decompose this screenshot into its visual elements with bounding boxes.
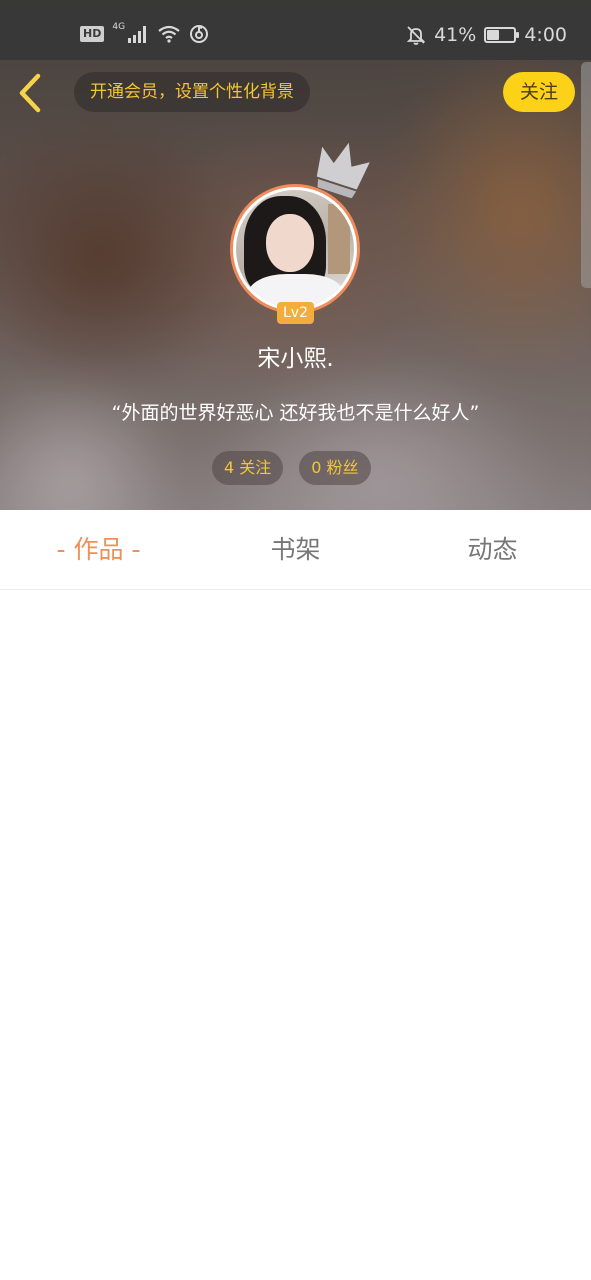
stats-row: 4 关注 0 粉丝 [212, 451, 371, 485]
wifi-icon [158, 25, 180, 43]
follow-button[interactable]: 关注 [503, 72, 575, 112]
username: 宋小熙. [257, 346, 334, 372]
scrollbar[interactable] [581, 62, 591, 288]
following-count[interactable]: 4 关注 [212, 451, 284, 485]
user-motto: “外面的世界好恶心 还好我也不是什么好人” [111, 402, 480, 424]
tab-bookshelf[interactable]: 书架 [197, 510, 394, 589]
tab-bookshelf-label: 书架 [270, 535, 321, 564]
music-app-icon [190, 25, 209, 43]
tab-content-area [0, 591, 591, 1280]
tab-works[interactable]: - 作品 - [0, 510, 197, 589]
network-type-label: 4G [112, 22, 126, 32]
vip-background-prompt[interactable]: 开通会员，设置个性化背景 [74, 72, 310, 112]
hd-icon: HD [80, 26, 105, 42]
signal-icon [128, 26, 147, 43]
profile-tabs: - 作品 - 书架 动态 [0, 510, 591, 590]
clock: 4:00 [524, 24, 567, 46]
tab-activity[interactable]: 动态 [394, 510, 591, 589]
battery-level [487, 30, 499, 40]
level-badge: Lv2 [277, 302, 314, 324]
chevron-left-icon [19, 73, 41, 113]
avatar[interactable] [230, 184, 360, 314]
tab-activity-label: 动态 [467, 535, 518, 564]
status-bar: HD 4G 41% 4:00 [0, 0, 591, 60]
avatar-photo [236, 190, 354, 308]
tab-works-label: 作品 [73, 535, 124, 564]
battery-icon [484, 27, 520, 43]
mute-notification-icon [406, 26, 426, 45]
battery-percent: 41% [434, 24, 477, 46]
profile-header: HD 4G 41% 4:00 开通会员，设置个性化背景 关注 Lv2 宋小熙. … [0, 0, 591, 510]
followers-count[interactable]: 0 粉丝 [299, 451, 371, 485]
back-button[interactable] [14, 70, 54, 116]
